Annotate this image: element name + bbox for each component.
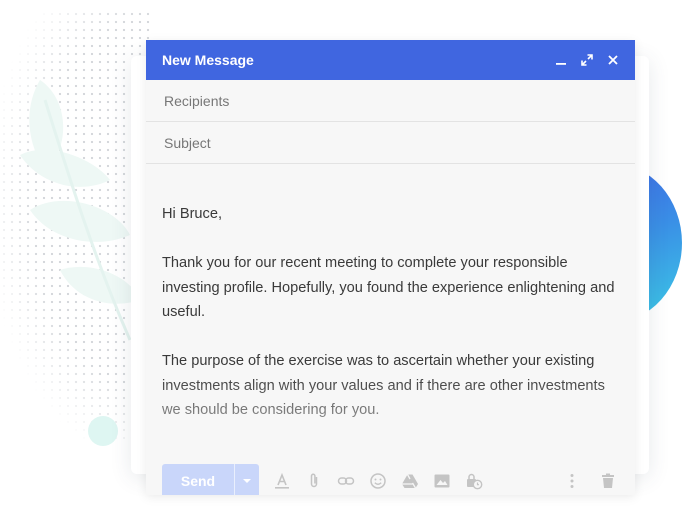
compose-window: New Message Hi Bruce, Thank you for our … (146, 40, 635, 495)
secondary-tools (561, 470, 619, 492)
body-paragraph-2: The purpose of the exercise was to ascer… (162, 353, 605, 418)
compose-titlebar: New Message (146, 40, 635, 80)
formatting-tools (271, 470, 485, 492)
emoji-icon[interactable] (367, 470, 389, 492)
body-greeting: Hi Bruce, (162, 206, 223, 222)
drive-icon[interactable] (399, 470, 421, 492)
recipients-row (146, 80, 635, 122)
subject-row (146, 122, 635, 164)
send-button[interactable]: Send (162, 464, 234, 495)
close-icon[interactable] (607, 54, 619, 66)
chevron-down-icon (243, 479, 251, 483)
expand-icon[interactable] (581, 54, 593, 66)
attach-icon[interactable] (303, 470, 325, 492)
minimize-icon[interactable] (555, 54, 567, 66)
body-paragraph-1: Thank you for our recent meeting to comp… (162, 255, 615, 320)
link-icon[interactable] (335, 470, 357, 492)
subject-input[interactable] (162, 133, 619, 152)
recipients-input[interactable] (162, 91, 619, 110)
more-vert-icon[interactable] (561, 470, 583, 492)
trash-icon[interactable] (597, 470, 619, 492)
compose-title: New Message (162, 52, 254, 68)
window-controls (555, 54, 619, 66)
lock-clock-icon[interactable] (463, 470, 485, 492)
compose-toolbar: Send (146, 463, 635, 495)
message-body[interactable]: Hi Bruce, Thank you for our recent meeti… (146, 164, 635, 454)
send-button-group: Send (162, 464, 259, 495)
text-format-icon[interactable] (271, 470, 293, 492)
mint-dot-decoration (88, 416, 118, 446)
send-options-dropdown[interactable] (234, 464, 259, 495)
image-icon[interactable] (431, 470, 453, 492)
